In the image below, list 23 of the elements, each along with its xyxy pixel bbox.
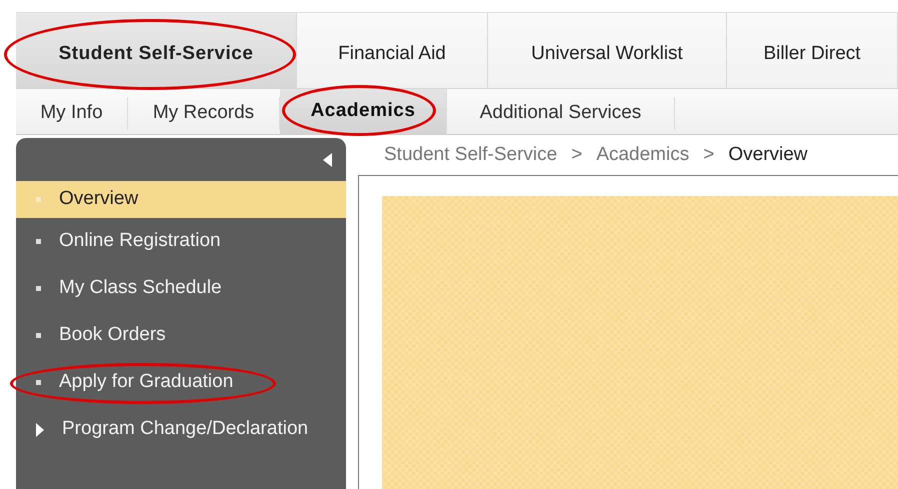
- nav-item[interactable]: Apply for Graduation: [16, 359, 346, 406]
- sub-tab[interactable]: My Info: [16, 97, 128, 130]
- bullet-icon: [36, 333, 41, 338]
- sub-tab[interactable]: Additional Services: [447, 97, 675, 130]
- nav-item[interactable]: Program Change/Declaration: [16, 406, 346, 453]
- top-tab[interactable]: Financial Aid: [297, 13, 488, 88]
- breadcrumb-link[interactable]: Academics: [596, 140, 690, 170]
- top-tab[interactable]: Biller Direct: [727, 13, 898, 88]
- nav-item[interactable]: My Class Schedule: [16, 265, 346, 312]
- bullet-icon: [36, 380, 41, 385]
- expand-icon[interactable]: [36, 422, 44, 436]
- bullet-icon: [36, 239, 41, 244]
- nav-item[interactable]: Book Orders: [16, 312, 346, 359]
- nav-item[interactable]: Online Registration: [16, 218, 346, 265]
- breadcrumb-separator: >: [571, 142, 582, 167]
- bullet-icon: [36, 197, 41, 202]
- breadcrumb-separator: >: [703, 142, 714, 167]
- breadcrumb-link[interactable]: Student Self-Service: [384, 140, 558, 170]
- collapse-icon[interactable]: [323, 152, 332, 166]
- breadcrumb-current: Overview: [728, 142, 808, 167]
- top-tab[interactable]: Universal Worklist: [488, 13, 727, 88]
- nav-item[interactable]: Overview: [16, 181, 346, 218]
- bullet-icon: [36, 286, 41, 291]
